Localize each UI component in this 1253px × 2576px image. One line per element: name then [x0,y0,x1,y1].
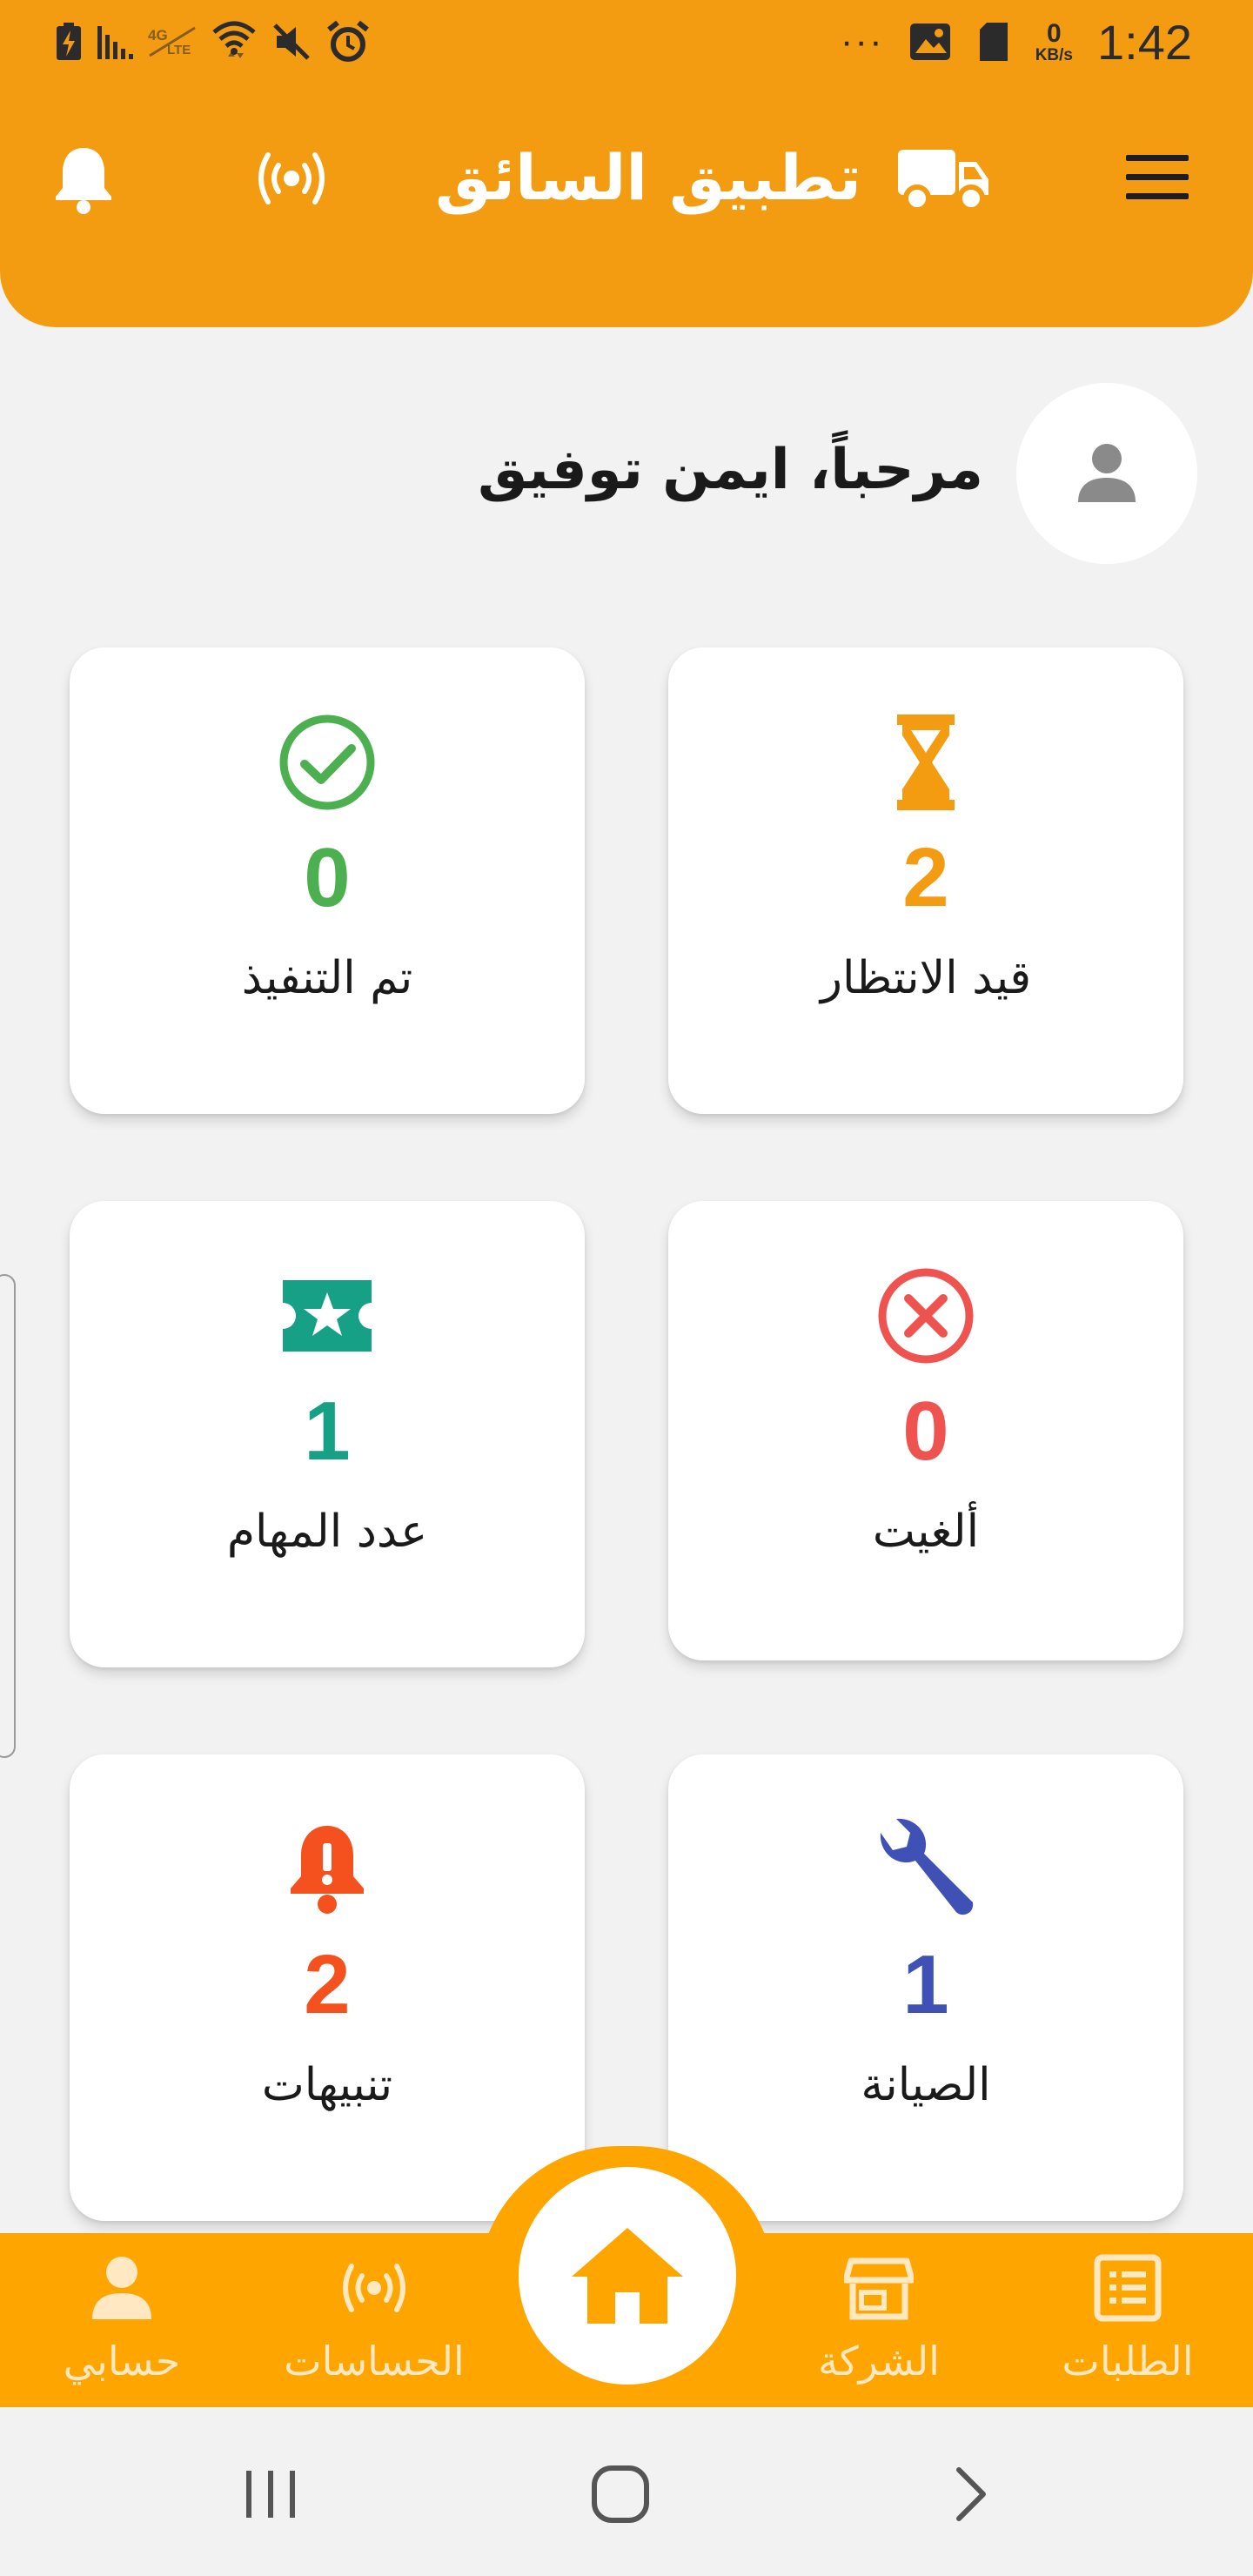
card-alerts-label: تنبيهات [261,2059,393,2111]
status-icons-right: ··· 0 KB/s 1:42 [841,12,1192,71]
card-tasks-count: 1 [304,1385,351,1478]
app-title: تطبيق السائق [435,141,861,214]
truck-icon [898,150,988,212]
card-completed-count: 0 [304,831,351,924]
app-bar: تطبيق السائق [0,104,1253,252]
nav-label-account: حسابي [63,2338,181,2385]
sensor-icon [343,2264,405,2312]
network-speed-unit: KB/s [1035,45,1073,64]
card-pending-count: 2 [902,831,949,924]
card-cancelled-label: ألغيت [872,1506,980,1558]
status-bar: 4G LTE ··· 0 KB/s 1:42 [0,0,1253,84]
status-time: 1:42 [1097,14,1192,70]
network-speed: 0 KB/s [1035,18,1073,64]
menu-icon [1126,155,1189,199]
home-outline-icon [592,2465,649,2523]
notifications-button[interactable] [50,143,117,216]
nav-item-company[interactable]: الشركة [757,2233,1001,2407]
card-maintenance[interactable]: 1 الصيانة [668,1754,1183,2221]
person-icon [1078,444,1136,502]
person-icon [92,2257,151,2319]
battery-charging-icon [57,23,81,60]
cancel-circle-icon [878,1268,974,1364]
app-header: 4G LTE ··· 0 KB/s 1:42 تطبيق السائق [0,0,1253,327]
card-completed-label: تم التنفيذ [241,952,413,1004]
nav-label-sensors: الحساسات [284,2338,465,2385]
check-circle-icon [279,714,375,810]
signal-icon [97,26,133,59]
wifi-icon [212,21,256,58]
card-pending-label: قيد الانتظار [820,952,1032,1004]
home-icon [572,2228,683,2324]
menu-button[interactable] [1124,151,1190,204]
svg-text:4G: 4G [148,27,168,44]
back-button[interactable] [924,2451,1020,2538]
status-icons-left: 4G LTE [54,16,371,68]
network-speed-value: 0 [1047,18,1062,48]
back-icon [956,2467,986,2521]
card-maintenance-label: الصيانة [861,2059,991,2111]
wrench-icon [880,1818,974,1915]
nav-item-sensors[interactable]: الحساسات [252,2233,496,2407]
nav-label-orders: الطلبات [1062,2338,1194,2385]
recents-button[interactable] [223,2451,318,2538]
alarm-icon [327,20,369,62]
bell-alert-icon [291,1826,364,1914]
card-tasks[interactable]: 1 عدد المهام [70,1201,585,1667]
card-alerts-count: 2 [304,1938,351,2031]
volte-icon: 4G LTE [148,26,196,57]
nav-item-account[interactable]: حسابي [0,2233,244,2407]
recents-icon [246,2471,295,2518]
greeting-text: مرحباً، ايمن توفيق [478,438,983,502]
hourglass-icon [897,714,955,810]
store-icon [844,2257,914,2320]
bell-icon [56,148,111,214]
home-system-button[interactable] [573,2451,668,2538]
sensor-button[interactable] [252,148,331,209]
nav-item-home[interactable] [519,2167,736,2385]
receipt-icon [1094,2254,1162,2322]
sim-card-icon [979,23,1008,61]
svg-text:LTE: LTE [167,43,191,57]
nav-item-orders[interactable]: الطلبات [1006,2233,1250,2407]
sensor-icon [258,152,325,205]
system-navigation-bar [0,2407,1253,2576]
more-indicator: ··· [840,20,884,63]
avatar[interactable] [1016,383,1197,564]
ticket-star-icon [283,1280,372,1352]
card-cancelled-count: 0 [902,1385,949,1478]
card-tasks-label: عدد المهام [226,1506,428,1558]
card-pending[interactable]: 2 قيد الانتظار [668,647,1183,1114]
image-icon [909,23,950,60]
card-cancelled[interactable]: 0 ألغيت [668,1201,1183,1660]
edge-panel-handle[interactable] [0,1274,16,1758]
card-completed[interactable]: 0 تم التنفيذ [70,647,585,1114]
nav-label-company: الشركة [818,2338,940,2385]
card-alerts[interactable]: 2 تنبيهات [70,1754,585,2221]
card-maintenance-count: 1 [902,1938,949,2031]
mute-icon [273,23,310,60]
